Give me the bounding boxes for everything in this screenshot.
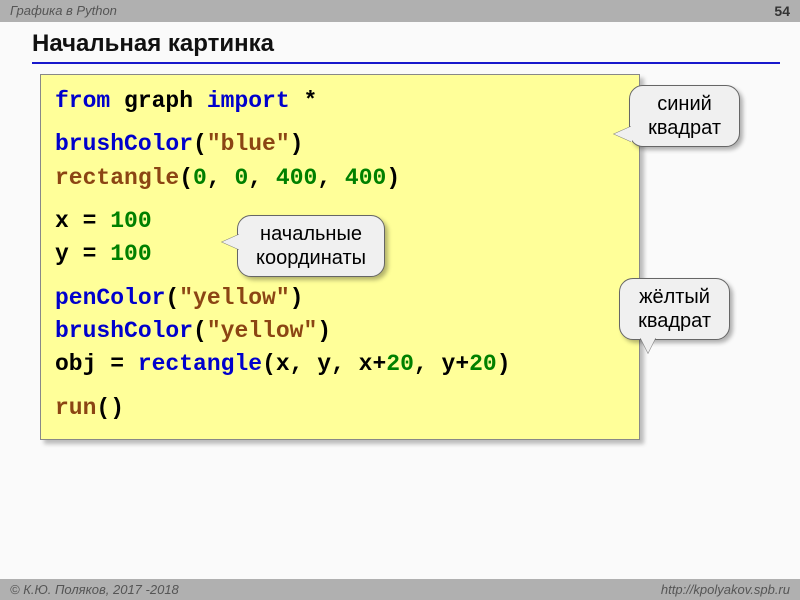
code-line: penColor("yellow") [55,282,625,315]
callout-initial-coords: начальные координаты [237,215,385,277]
code-line: rectangle(0, 0, 400, 400) [55,162,625,195]
footer-url: http://kpolyakov.spb.ru [661,582,790,597]
slide-footer: © К.Ю. Поляков, 2017 -2018 http://kpolya… [0,579,800,600]
code-line: brushColor("yellow") [55,315,625,348]
footer-copyright: © К.Ю. Поляков, 2017 -2018 [10,582,179,597]
code-line: obj = rectangle(x, y, x+20, y+20) [55,348,625,381]
slide-title: Начальная картинка [32,30,274,57]
callout-blue-square: синий квадрат [629,85,740,147]
code-line: brushColor("blue") [55,128,625,161]
code-line: from graph import * [55,85,625,118]
code-line: run() [55,392,625,425]
callout-yellow-square: жёлтый квадрат [619,278,730,340]
slide-header: Графика в Python 54 [0,0,800,22]
page-number: 54 [774,3,790,19]
header-topic: Графика в Python [10,3,117,19]
title-bar: Начальная картинка [32,30,780,64]
